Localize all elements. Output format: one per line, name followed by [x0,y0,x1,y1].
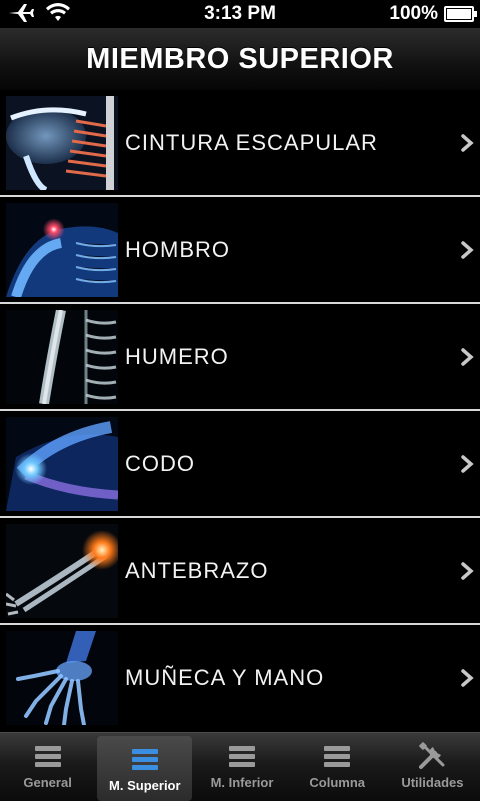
chevron-right-icon [461,240,474,259]
tab-label: Utilidades [401,775,464,790]
tab-m-inferior[interactable]: M. Inferior [194,733,289,801]
list-item-codo[interactable]: CODO [0,411,480,518]
tab-bar: General M. Superior M. Inferior Columna [0,732,480,801]
tools-icon [419,742,445,769]
forearm-xray-thumbnail [6,524,118,618]
list-item-label: MUÑECA Y MANO [125,664,325,690]
chevron-right-icon [461,668,474,687]
list-item-antebrazo[interactable]: ANTEBRAZO [0,518,480,625]
chevron-right-icon [461,347,474,366]
menu-list: CINTURA ESCAPULAR HOMBRO HUMERO CODO ANT… [0,90,480,732]
tab-columna[interactable]: Columna [290,733,385,801]
list-item-cintura-escapular[interactable]: CINTURA ESCAPULAR [0,90,480,197]
list-icon [131,749,158,770]
battery-icon [444,6,477,22]
elbow-xray-thumbnail [6,417,118,511]
tab-label: Columna [309,775,366,790]
tab-m-superior[interactable]: M. Superior [97,736,193,801]
battery-percentage: 100% [389,3,438,24]
status-right: 100% [389,3,477,25]
humerus-xray-thumbnail [6,310,118,404]
list-icon [34,746,61,767]
page-title: MIEMBRO SUPERIOR [86,42,394,75]
list-item-label: CODO [125,450,195,476]
tab-utilidades[interactable]: Utilidades [385,733,480,801]
list-item-label: ANTEBRAZO [125,557,269,583]
list-item-label: CINTURA ESCAPULAR [125,129,378,155]
tab-label: M. Superior [109,778,181,793]
shoulder-girdle-xray-thumbnail [6,96,118,190]
shoulder-xray-thumbnail [6,203,118,297]
wrist-hand-xray-thumbnail [6,631,118,725]
list-icon [324,746,351,767]
list-item-humero[interactable]: HUMERO [0,304,480,411]
tab-label: General [23,775,72,790]
tab-label: M. Inferior [210,775,274,790]
chevron-right-icon [461,133,474,152]
chevron-right-icon [461,454,474,473]
list-item-hombro[interactable]: HOMBRO [0,197,480,304]
list-item-label: HUMERO [125,343,229,369]
list-item-muneca-y-mano[interactable]: MUÑECA Y MANO [0,625,480,730]
nav-header: MIEMBRO SUPERIOR [0,28,480,91]
tab-general[interactable]: General [0,733,95,801]
status-bar: 3:13 PM 100% [0,0,480,28]
list-item-label: HOMBRO [125,236,230,262]
list-icon [229,746,255,767]
chevron-right-icon [461,561,474,580]
